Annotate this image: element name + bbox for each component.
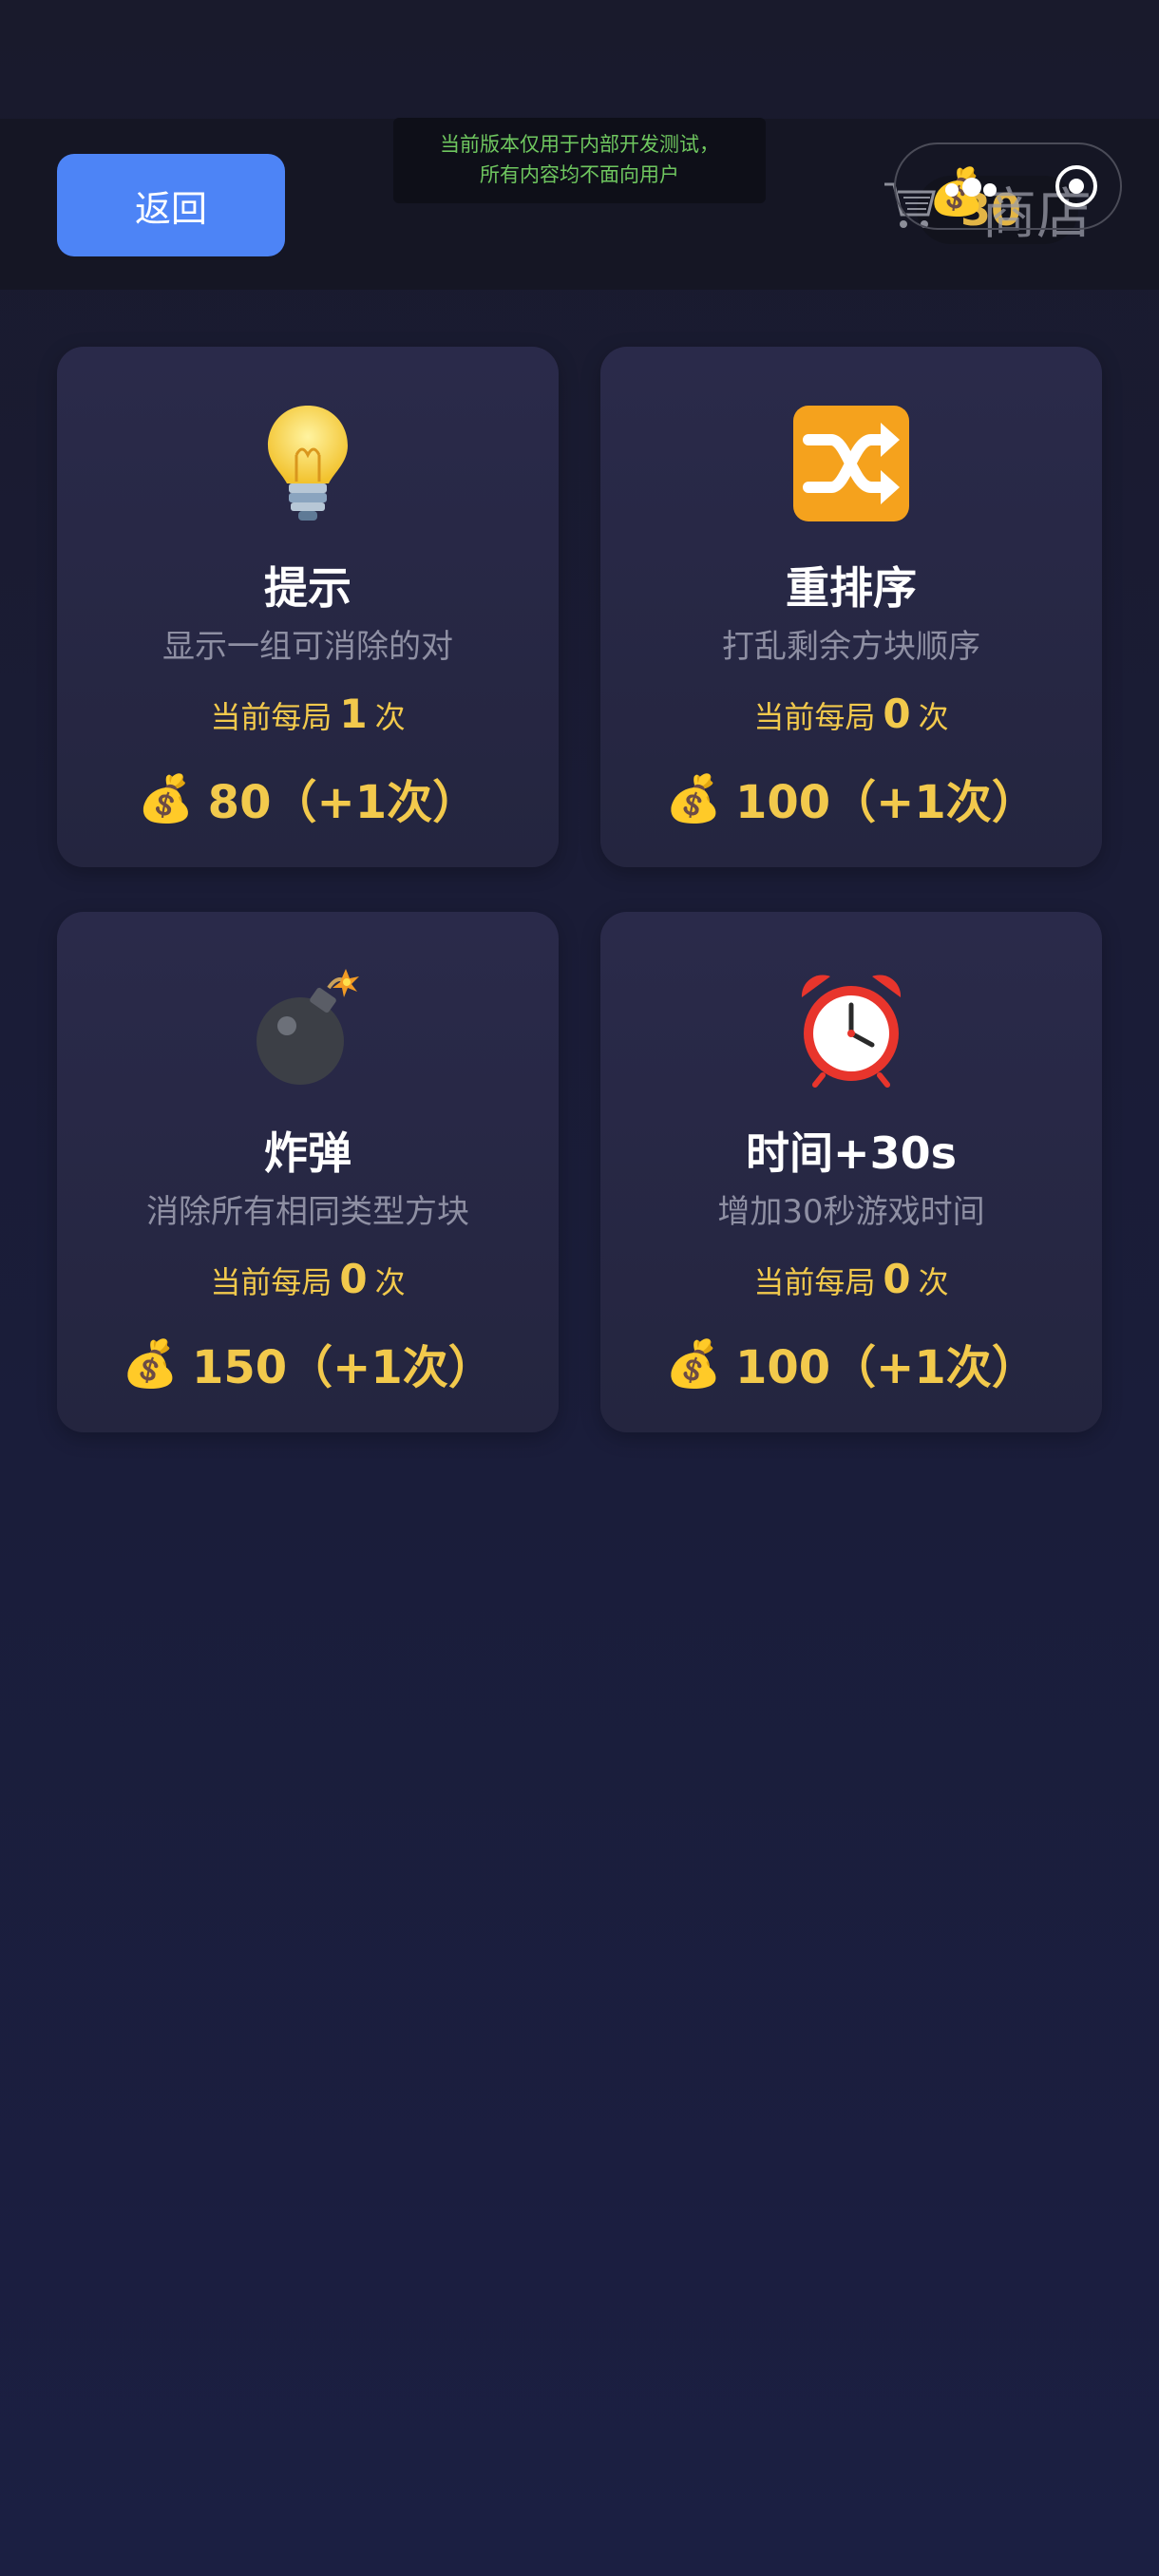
per-round-count: 当前每局 0 次 [600, 691, 1102, 737]
item-card-shuffle[interactable]: 重排序 打乱剩余方块顺序 当前每局 0 次 💰 100（+1次） [600, 347, 1102, 867]
card-title: 提示 [264, 562, 352, 614]
count-value: 1 [339, 691, 368, 737]
count-value: 0 [883, 1256, 911, 1302]
count-value: 0 [883, 691, 911, 737]
mini-program-capsule [894, 142, 1122, 230]
alarm-clock-icon [600, 967, 1102, 1090]
card-title: 重排序 [786, 562, 917, 614]
price-label: 100（+1次） [734, 1341, 1037, 1394]
count-suffix: 次 [918, 699, 949, 735]
price-button[interactable]: 💰 100（+1次） [600, 1330, 1102, 1396]
money-bag-icon: 💰 [122, 1336, 179, 1391]
back-button[interactable]: 返回 [57, 154, 285, 256]
per-round-count: 当前每局 1 次 [57, 691, 559, 737]
card-title: 时间+30s [746, 1127, 957, 1179]
count-suffix: 次 [918, 1264, 949, 1300]
shop-area[interactable]: 30 💰 商店 [879, 142, 1122, 266]
card-description: 消除所有相同类型方块 [146, 1193, 469, 1231]
item-card-hint[interactable]: 提示 显示一组可消除的对 当前每局 1 次 💰 80（+1次） [57, 347, 559, 867]
count-prefix: 当前每局 [210, 699, 332, 735]
count-suffix: 次 [374, 1264, 406, 1300]
dev-notice-line1: 当前版本仅用于内部开发测试， [440, 133, 719, 156]
count-prefix: 当前每局 [210, 1264, 332, 1300]
price-label: 100（+1次） [734, 776, 1037, 829]
item-card-time[interactable]: 时间+30s 增加30秒游戏时间 当前每局 0 次 💰 100（+1次） [600, 912, 1102, 1432]
card-title: 炸弹 [264, 1127, 352, 1179]
money-bag-icon: 💰 [665, 771, 722, 825]
more-icon[interactable] [945, 178, 998, 199]
card-description: 打乱剩余方块顺序 [722, 628, 980, 666]
per-round-count: 当前每局 0 次 [600, 1256, 1102, 1302]
price-button[interactable]: 💰 80（+1次） [57, 765, 559, 831]
price-label: 150（+1次） [191, 1341, 494, 1394]
money-bag-icon: 💰 [137, 771, 195, 825]
shuffle-icon [600, 402, 1102, 525]
bomb-icon [57, 967, 559, 1090]
card-description: 增加30秒游戏时间 [717, 1193, 985, 1231]
dev-notice: 当前版本仅用于内部开发测试， 所有内容均不面向用户 [393, 118, 766, 203]
money-bag-icon: 💰 [665, 1336, 722, 1391]
dev-notice-line2: 所有内容均不面向用户 [480, 163, 679, 186]
price-button[interactable]: 💰 100（+1次） [600, 765, 1102, 831]
close-capsule-icon[interactable] [1055, 165, 1097, 207]
lightbulb-icon [57, 402, 559, 525]
count-suffix: 次 [374, 699, 406, 735]
per-round-count: 当前每局 0 次 [57, 1256, 559, 1302]
count-prefix: 当前每局 [753, 1264, 876, 1300]
item-card-bomb[interactable]: 炸弹 消除所有相同类型方块 当前每局 0 次 💰 150（+1次） [57, 912, 559, 1432]
count-prefix: 当前每局 [753, 699, 876, 735]
price-label: 80（+1次） [207, 776, 479, 829]
card-description: 显示一组可消除的对 [162, 628, 453, 666]
price-button[interactable]: 💰 150（+1次） [57, 1330, 559, 1396]
count-value: 0 [339, 1256, 368, 1302]
